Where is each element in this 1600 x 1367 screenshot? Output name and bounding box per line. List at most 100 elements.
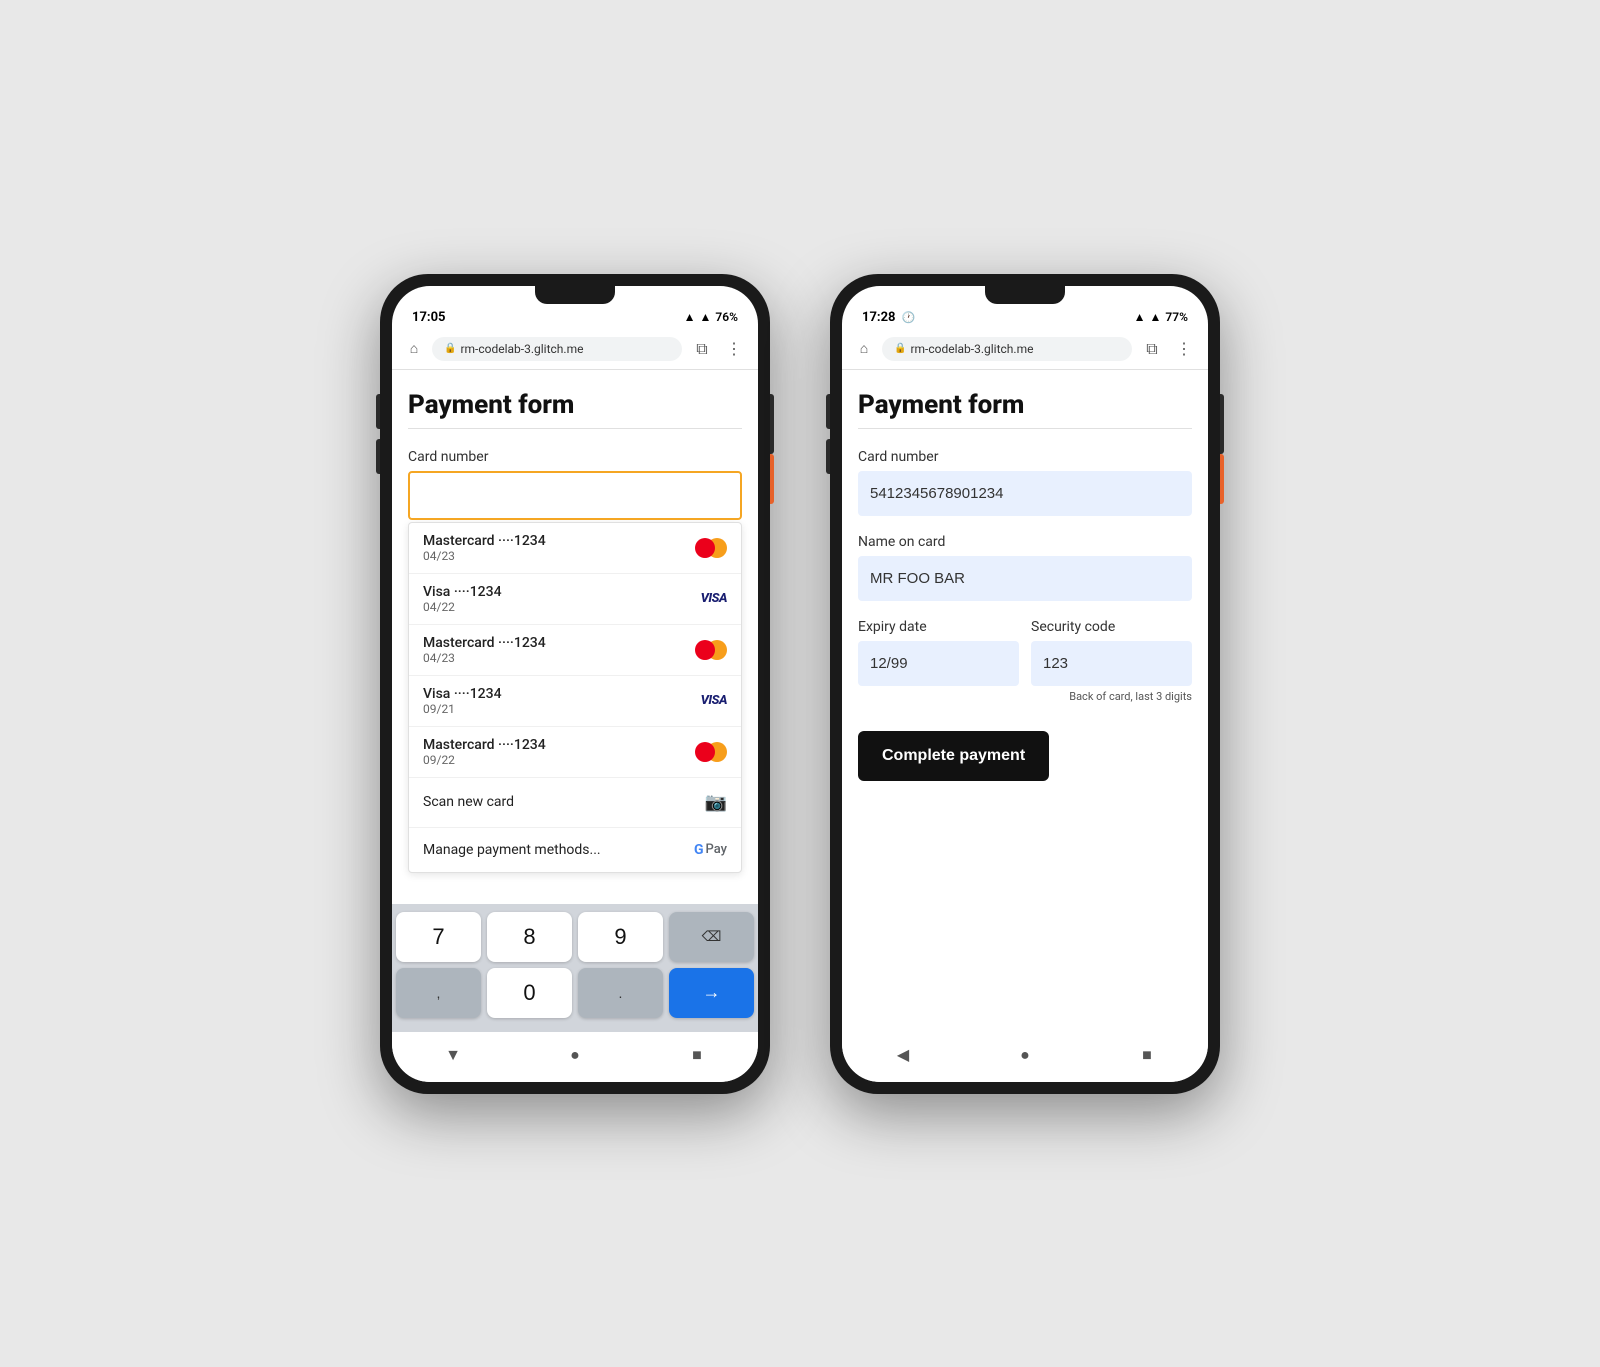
gpay-icon: G Pay xyxy=(694,842,727,858)
status-icons-right: ▲ ▲ 77% xyxy=(1134,310,1188,324)
key-backspace[interactable]: ⌫ xyxy=(669,912,754,962)
card-expiry-3: 04/23 xyxy=(423,651,546,665)
phone-screen-left: 17:05 ▲ ▲ 76% ⌂ 🔒 rm-codelab-3.glitch.me… xyxy=(392,286,758,1082)
lock-icon-left: 🔒 xyxy=(444,343,456,354)
key-8[interactable]: 8 xyxy=(487,912,572,962)
card-name-1: Mastercard ····1234 xyxy=(423,533,546,549)
keyboard-row-1: 7 8 9 ⌫ xyxy=(396,912,754,962)
volume-down-button-right[interactable] xyxy=(826,439,830,474)
mc-red-circle-3 xyxy=(695,640,715,660)
power-button[interactable] xyxy=(770,394,774,454)
card-name-4: Visa ····1234 xyxy=(423,686,502,702)
card-expiry-1: 04/23 xyxy=(423,549,546,563)
menu-button-left[interactable]: ⋮ xyxy=(720,335,748,363)
tab-button-right[interactable]: ⧉ xyxy=(1138,335,1166,363)
side-button-right[interactable] xyxy=(1220,454,1224,504)
nav-triangle-left[interactable]: ▼ xyxy=(438,1040,468,1070)
expiry-security-row: Expiry date Security code Back of card, … xyxy=(858,619,1192,703)
tab-button-left[interactable]: ⧉ xyxy=(688,335,716,363)
menu-button-right[interactable]: ⋮ xyxy=(1170,335,1198,363)
clock-icon-right: 🕐 xyxy=(902,311,916,324)
page-content-left: Payment form Card number Mastercard ····… xyxy=(392,370,758,904)
key-next[interactable]: → xyxy=(669,968,754,1018)
home-button-right[interactable]: ⌂ xyxy=(852,337,876,361)
mastercard-icon-3 xyxy=(695,640,727,660)
phone-right: 17:28 🕐 ▲ ▲ 77% ⌂ 🔒 rm-codelab-3.glitch.… xyxy=(830,274,1220,1094)
security-label: Security code xyxy=(1031,619,1192,635)
url-bar-right[interactable]: 🔒 rm-codelab-3.glitch.me xyxy=(882,337,1132,361)
name-input[interactable] xyxy=(858,556,1192,601)
autocomplete-item-5[interactable]: Mastercard ····1234 09/22 xyxy=(409,727,741,778)
visa-icon-4: VISA xyxy=(701,693,727,708)
scan-new-card-item[interactable]: Scan new card 📷 xyxy=(409,778,741,828)
time-left: 17:05 xyxy=(412,310,446,325)
keyboard-row-2: , 0 . → xyxy=(396,968,754,1018)
page-content-right: Payment form Card number Name on card Ex… xyxy=(842,370,1208,1032)
mc-red-circle-5 xyxy=(695,742,715,762)
card-name-3: Mastercard ····1234 xyxy=(423,635,546,651)
security-col: Security code Back of card, last 3 digit… xyxy=(1031,619,1192,703)
phone-notch xyxy=(535,286,615,304)
nav-circle-right[interactable]: ● xyxy=(1010,1040,1040,1070)
url-text-left: rm-codelab-3.glitch.me xyxy=(460,342,583,356)
key-0[interactable]: 0 xyxy=(487,968,572,1018)
volume-up-button[interactable] xyxy=(376,394,380,429)
card-number-input-right[interactable] xyxy=(858,471,1192,516)
key-9[interactable]: 9 xyxy=(578,912,663,962)
expiry-label: Expiry date xyxy=(858,619,1019,635)
key-period[interactable]: . xyxy=(578,968,663,1018)
page-title-left: Payment form xyxy=(408,390,742,420)
card-info-2: Visa ····1234 04/22 xyxy=(423,584,502,614)
nav-back-right[interactable]: ◀ xyxy=(888,1040,918,1070)
home-button-left[interactable]: ⌂ xyxy=(402,337,426,361)
signal-icon-right: ▲ xyxy=(1150,310,1162,324)
browser-actions-left: ⧉ ⋮ xyxy=(688,335,748,363)
nav-square-left[interactable]: ■ xyxy=(682,1040,712,1070)
mc-red-circle xyxy=(695,538,715,558)
security-input[interactable] xyxy=(1031,641,1192,686)
autocomplete-item-3[interactable]: Mastercard ····1234 04/23 xyxy=(409,625,741,676)
autocomplete-item-1[interactable]: Mastercard ····1234 04/23 xyxy=(409,523,741,574)
nav-square-right[interactable]: ■ xyxy=(1132,1040,1162,1070)
expiry-input[interactable] xyxy=(858,641,1019,686)
card-name-5: Mastercard ····1234 xyxy=(423,737,546,753)
side-button[interactable] xyxy=(770,454,774,504)
divider-right xyxy=(858,428,1192,429)
g-blue: G xyxy=(694,842,704,858)
signal-icon: ▲ xyxy=(700,310,712,324)
volume-up-button-right[interactable] xyxy=(826,394,830,429)
key-comma[interactable]: , xyxy=(396,968,481,1018)
browser-bar-left: ⌂ 🔒 rm-codelab-3.glitch.me ⧉ ⋮ xyxy=(392,329,758,370)
lock-icon-right: 🔒 xyxy=(894,343,906,354)
volume-down-button[interactable] xyxy=(376,439,380,474)
card-expiry-4: 09/21 xyxy=(423,702,502,716)
status-bar-left: 17:05 ▲ ▲ 76% xyxy=(392,300,758,329)
manage-payment-item[interactable]: Manage payment methods... G Pay xyxy=(409,828,741,872)
divider-left xyxy=(408,428,742,429)
nav-bar-left: ▼ ● ■ xyxy=(392,1032,758,1082)
mastercard-icon-1 xyxy=(695,538,727,558)
security-hint: Back of card, last 3 digits xyxy=(1031,690,1192,703)
card-number-input-left[interactable] xyxy=(408,471,742,520)
camera-icon: 📷 xyxy=(705,792,727,813)
expiry-col: Expiry date xyxy=(858,619,1019,703)
manage-label: Manage payment methods... xyxy=(423,842,601,858)
name-section: Name on card xyxy=(858,534,1192,601)
pay-text: Pay xyxy=(705,842,727,857)
complete-payment-button[interactable]: Complete payment xyxy=(858,731,1049,781)
card-expiry-2: 04/22 xyxy=(423,600,502,614)
card-name-2: Visa ····1234 xyxy=(423,584,502,600)
wifi-icon-right: ▲ xyxy=(1134,310,1146,324)
url-text-right: rm-codelab-3.glitch.me xyxy=(910,342,1033,356)
nav-circle-left[interactable]: ● xyxy=(560,1040,590,1070)
autocomplete-dropdown: Mastercard ····1234 04/23 Visa ····1234 … xyxy=(408,522,742,873)
card-number-label-left: Card number xyxy=(408,449,742,465)
power-button-right[interactable] xyxy=(1220,394,1224,454)
name-label: Name on card xyxy=(858,534,1192,550)
phone-notch-right xyxy=(985,286,1065,304)
url-bar-left[interactable]: 🔒 rm-codelab-3.glitch.me xyxy=(432,337,682,361)
autocomplete-item-4[interactable]: Visa ····1234 09/21 VISA xyxy=(409,676,741,727)
key-7[interactable]: 7 xyxy=(396,912,481,962)
status-icons-left: ▲ ▲ 76% xyxy=(684,310,738,324)
autocomplete-item-2[interactable]: Visa ····1234 04/22 VISA xyxy=(409,574,741,625)
